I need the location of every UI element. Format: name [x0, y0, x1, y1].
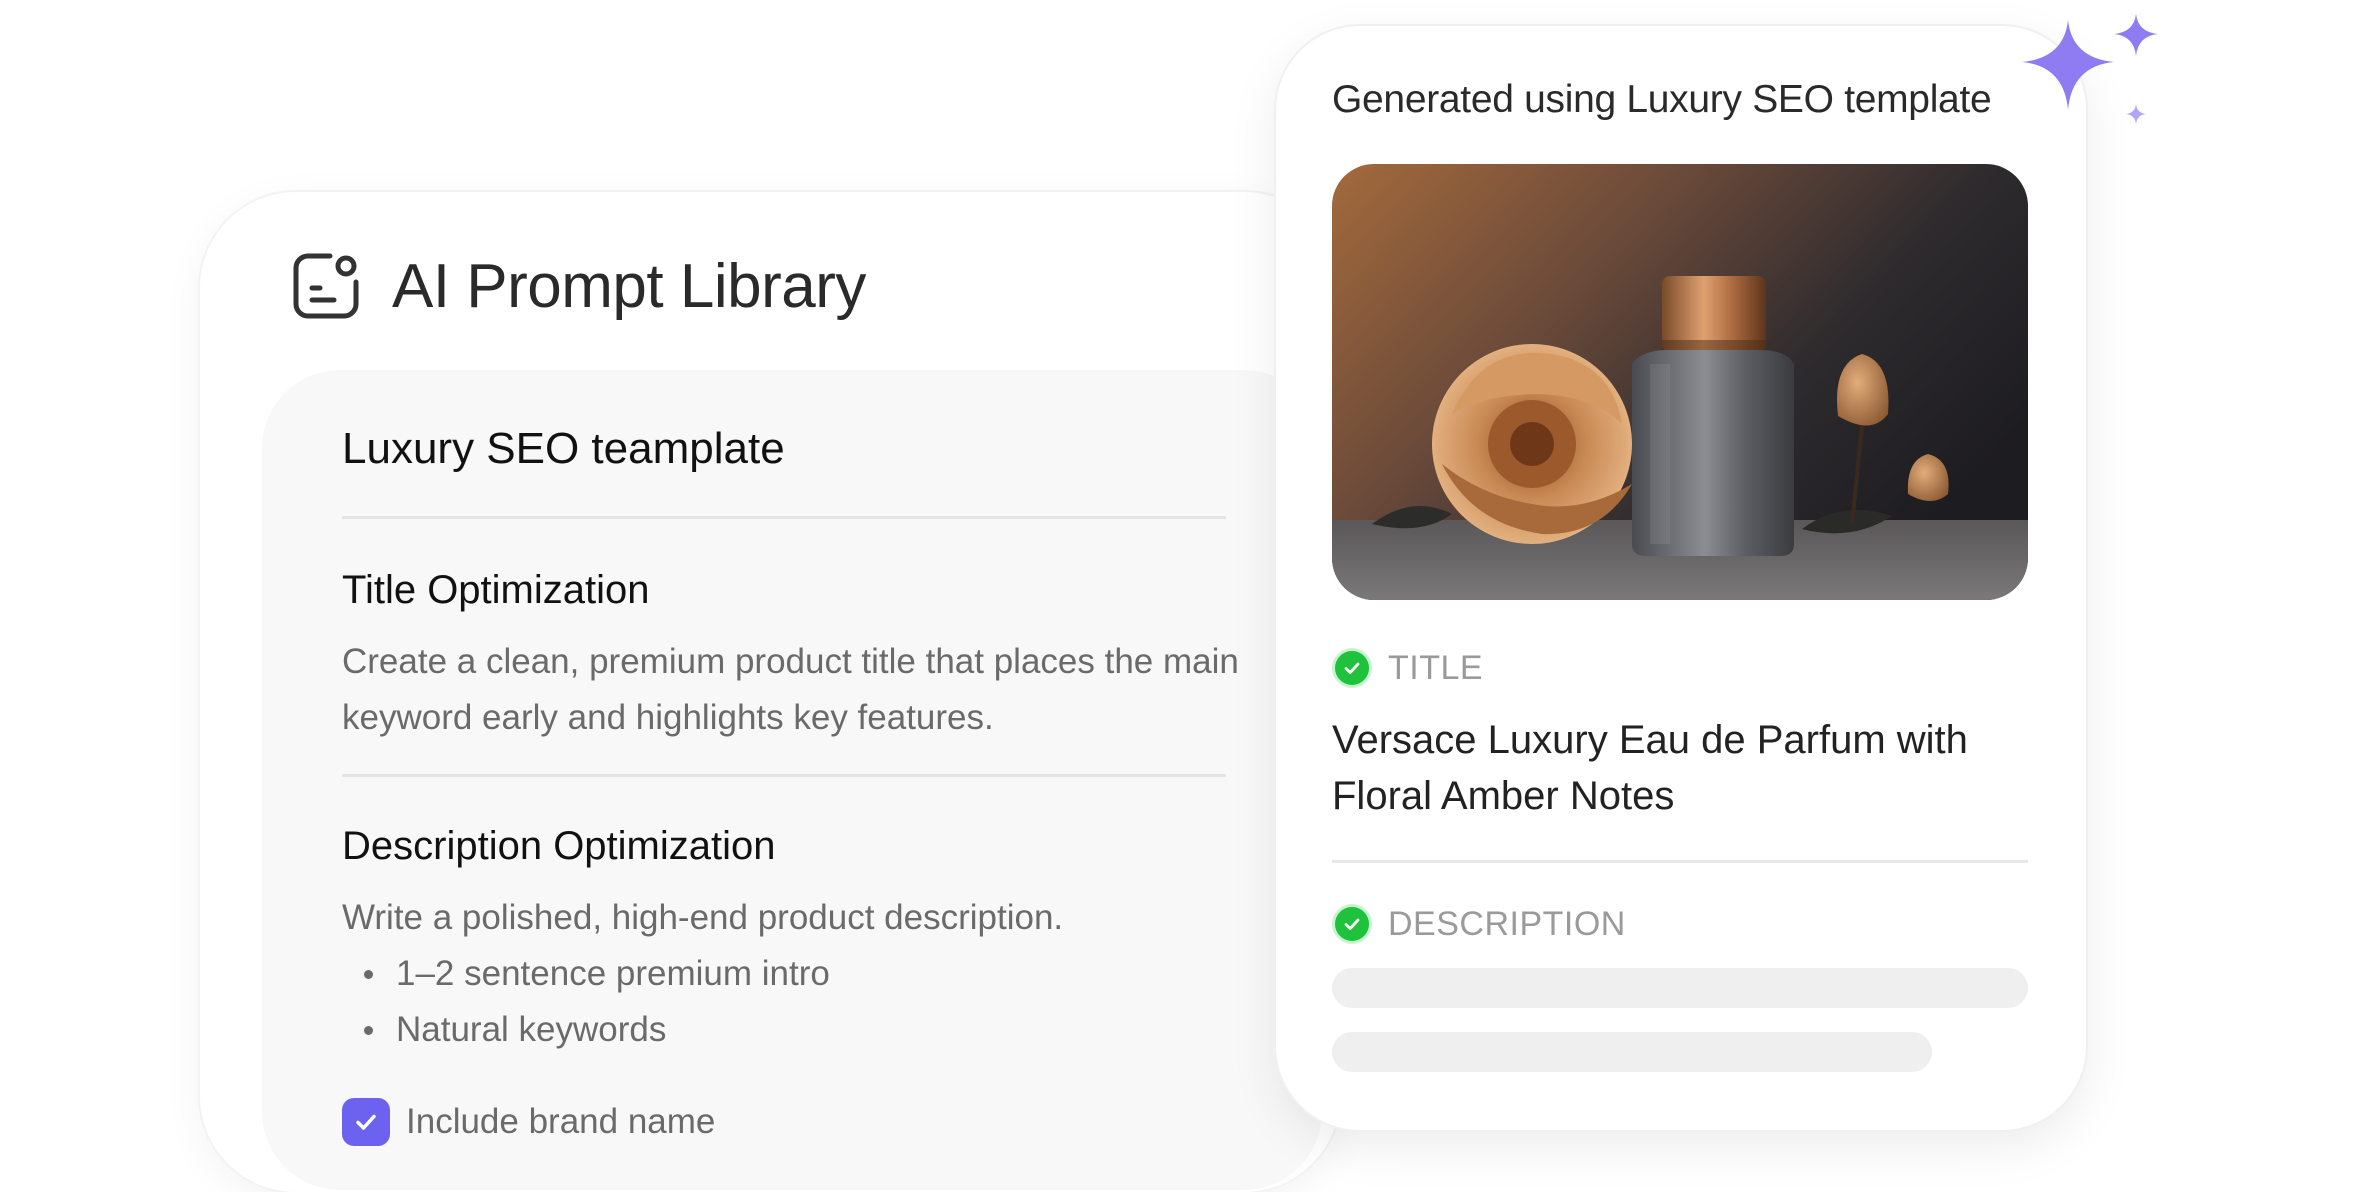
checkmark-icon	[356, 1114, 376, 1130]
section-title-title-optimization: Title Optimization	[342, 568, 650, 612]
page-title: AI Prompt Library	[392, 251, 866, 321]
include-brand-option[interactable]: Include brand name	[342, 1098, 715, 1146]
template-panel	[262, 370, 1322, 1190]
title-label: TITLE	[1388, 648, 1484, 687]
template-name[interactable]: Luxury SEO teamplate	[342, 424, 785, 474]
description-skeleton-line	[1332, 1032, 1932, 1072]
generated-title-text: Versace Luxury Eau de Parfum with Floral…	[1332, 718, 1968, 818]
section-body-description-optimization: Write a polished, high-end product descr…	[342, 898, 1064, 937]
include-brand-label: Include brand name	[406, 1102, 716, 1141]
section-title-description-optimization: Description Optimization	[342, 824, 776, 868]
prompt-library-icon	[293, 253, 359, 319]
sparkle-icon	[2022, 14, 2158, 124]
divider	[342, 516, 1226, 519]
include-brand-checkbox[interactable]	[342, 1098, 390, 1146]
product-image	[1332, 164, 2028, 600]
description-field-label: DESCRIPTION	[1332, 904, 1626, 944]
section-body-title-optimization: Create a clean, premium product title th…	[342, 642, 1239, 737]
list-item: Natural keywords	[342, 1002, 830, 1058]
list-item: 1–2 sentence premium intro	[342, 946, 830, 1002]
library-header: AI Prompt Library	[290, 246, 866, 326]
title-field-label: TITLE	[1332, 648, 1483, 688]
check-circle-icon	[1332, 904, 1372, 944]
divider	[1332, 860, 2028, 863]
result-heading: Generated using Luxury SEO template	[1332, 78, 1992, 121]
description-skeleton-line	[1332, 968, 2028, 1008]
check-circle-icon	[1332, 648, 1372, 688]
divider	[342, 774, 1226, 777]
description-label: DESCRIPTION	[1388, 904, 1626, 943]
description-bullet-list: 1–2 sentence premium intro Natural keywo…	[342, 946, 830, 1058]
